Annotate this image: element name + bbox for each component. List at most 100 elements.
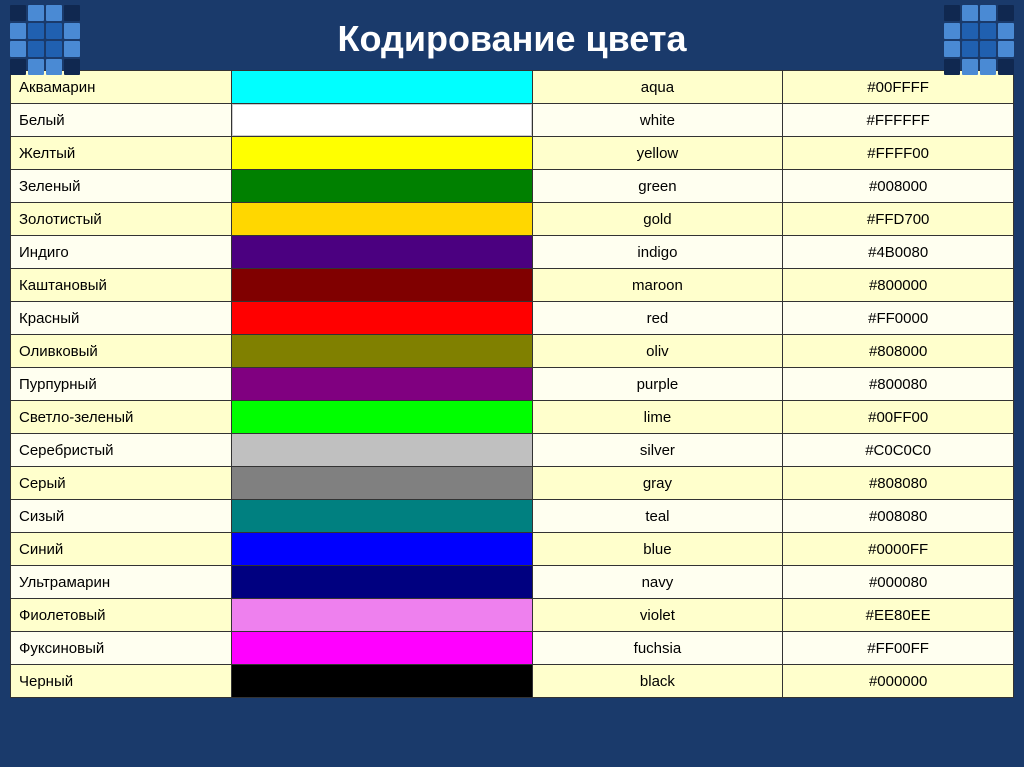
- english-name: purple: [532, 368, 783, 401]
- hex-code: #FFD700: [783, 203, 1014, 236]
- color-swatch-cell: [231, 467, 532, 500]
- color-swatch-cell: [231, 203, 532, 236]
- russian-name: Красный: [11, 302, 232, 335]
- table-row: Оливковый oliv#808000: [11, 335, 1014, 368]
- hex-code: #EE80EE: [783, 599, 1014, 632]
- russian-name: Желтый: [11, 137, 232, 170]
- color-swatch-cell: [231, 71, 532, 104]
- english-name: white: [532, 104, 783, 137]
- table-row: Синий blue#0000FF: [11, 533, 1014, 566]
- color-swatch: [232, 203, 532, 235]
- hex-code: #FFFF00: [783, 137, 1014, 170]
- english-name: gold: [532, 203, 783, 236]
- color-swatch-cell: [231, 566, 532, 599]
- russian-name: Золотистый: [11, 203, 232, 236]
- table-row: Серыйgray#808080: [11, 467, 1014, 500]
- hex-code: #800000: [783, 269, 1014, 302]
- color-swatch: [232, 665, 532, 697]
- russian-name: Черный: [11, 665, 232, 698]
- table-row: Фуксиновыйfuchsia#FF00FF: [11, 632, 1014, 665]
- color-swatch-cell: [231, 434, 532, 467]
- color-swatch-cell: [231, 500, 532, 533]
- color-swatch-cell: [231, 533, 532, 566]
- color-swatch-cell: [231, 104, 532, 137]
- hex-code: #4B0080: [783, 236, 1014, 269]
- title-area: Кодирование цвета: [10, 10, 1014, 70]
- color-swatch: [232, 467, 532, 499]
- english-name: black: [532, 665, 783, 698]
- color-table: Аквамаринaqua#00FFFFБелыйwhite#FFFFFFЖел…: [10, 70, 1014, 698]
- table-row: Желтый yellow#FFFF00: [11, 137, 1014, 170]
- hex-code: #FF00FF: [783, 632, 1014, 665]
- hex-code: #008000: [783, 170, 1014, 203]
- corner-decoration-right: [944, 5, 1014, 75]
- russian-name: Светло-зеленый: [11, 401, 232, 434]
- hex-code: #008080: [783, 500, 1014, 533]
- color-swatch-cell: [231, 665, 532, 698]
- color-swatch: [232, 335, 532, 367]
- color-swatch-cell: [231, 632, 532, 665]
- english-name: gray: [532, 467, 783, 500]
- table-row: Белый white#FFFFFF: [11, 104, 1014, 137]
- corner-decoration-left: [10, 5, 80, 75]
- table-row: Светло-зеленый lime#00FF00: [11, 401, 1014, 434]
- hex-code: #0000FF: [783, 533, 1014, 566]
- color-swatch-cell: [231, 368, 532, 401]
- russian-name: Зеленый: [11, 170, 232, 203]
- hex-code: #00FFFF: [783, 71, 1014, 104]
- color-swatch-cell: [231, 137, 532, 170]
- hex-code: #FF0000: [783, 302, 1014, 335]
- color-swatch: [232, 434, 532, 466]
- table-row: Фиолетовыйviolet#EE80EE: [11, 599, 1014, 632]
- color-swatch: [232, 170, 532, 202]
- russian-name: Синий: [11, 533, 232, 566]
- table-row: Аквамаринaqua#00FFFF: [11, 71, 1014, 104]
- color-swatch: [232, 269, 532, 301]
- english-name: oliv: [532, 335, 783, 368]
- english-name: indigo: [532, 236, 783, 269]
- color-swatch: [232, 137, 532, 169]
- hex-code: #FFFFFF: [783, 104, 1014, 137]
- hex-code: #808000: [783, 335, 1014, 368]
- color-swatch: [232, 104, 532, 136]
- english-name: yellow: [532, 137, 783, 170]
- color-swatch: [232, 566, 532, 598]
- color-table-container: Аквамаринaqua#00FFFFБелыйwhite#FFFFFFЖел…: [10, 70, 1014, 757]
- russian-name: Сизый: [11, 500, 232, 533]
- english-name: maroon: [532, 269, 783, 302]
- color-swatch: [232, 302, 532, 334]
- color-swatch-cell: [231, 401, 532, 434]
- table-row: Индиго indigo#4B0080: [11, 236, 1014, 269]
- color-swatch-cell: [231, 236, 532, 269]
- russian-name: Индиго: [11, 236, 232, 269]
- color-swatch: [232, 599, 532, 631]
- table-row: Сизый teal#008080: [11, 500, 1014, 533]
- russian-name: Каштановый: [11, 269, 232, 302]
- hex-code: #C0C0C0: [783, 434, 1014, 467]
- english-name: lime: [532, 401, 783, 434]
- hex-code: #000080: [783, 566, 1014, 599]
- table-row: Ультрамарин navy#000080: [11, 566, 1014, 599]
- color-swatch-cell: [231, 170, 532, 203]
- color-swatch: [232, 632, 532, 664]
- english-name: violet: [532, 599, 783, 632]
- table-row: Серебристыйsilver#C0C0C0: [11, 434, 1014, 467]
- color-swatch: [232, 368, 532, 400]
- color-swatch: [232, 533, 532, 565]
- russian-name: Аквамарин: [11, 71, 232, 104]
- russian-name: Оливковый: [11, 335, 232, 368]
- table-row: Зеленый green#008000: [11, 170, 1014, 203]
- english-name: blue: [532, 533, 783, 566]
- color-swatch: [232, 500, 532, 532]
- russian-name: Ультрамарин: [11, 566, 232, 599]
- hex-code: #00FF00: [783, 401, 1014, 434]
- table-row: Пурпурныйpurple#800080: [11, 368, 1014, 401]
- english-name: teal: [532, 500, 783, 533]
- hex-code: #000000: [783, 665, 1014, 698]
- english-name: navy: [532, 566, 783, 599]
- russian-name: Белый: [11, 104, 232, 137]
- russian-name: Серый: [11, 467, 232, 500]
- russian-name: Фуксиновый: [11, 632, 232, 665]
- hex-code: #800080: [783, 368, 1014, 401]
- english-name: green: [532, 170, 783, 203]
